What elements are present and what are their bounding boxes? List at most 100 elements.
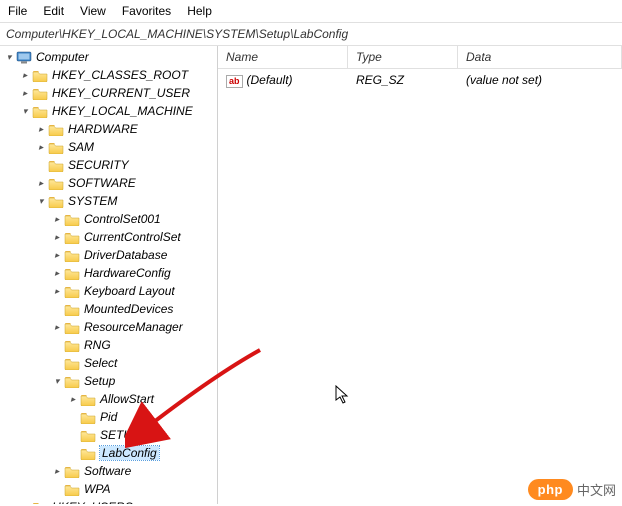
tree-label: WPA (84, 482, 110, 496)
chevron-right-icon[interactable]: ▸ (52, 286, 62, 296)
folder-icon (48, 176, 64, 190)
folder-icon (48, 140, 64, 154)
tree-setupcl[interactable]: SETUPCL (0, 426, 217, 444)
chevron-down-icon[interactable]: ▾ (52, 376, 62, 386)
folder-icon (64, 374, 80, 388)
tree-mounteddevices[interactable]: MountedDevices (0, 300, 217, 318)
folder-icon (32, 86, 48, 100)
folder-icon (64, 338, 80, 352)
tree-label: ControlSet001 (84, 212, 161, 226)
column-type[interactable]: Type (348, 46, 458, 68)
folder-icon (32, 500, 48, 504)
tree-label: SYSTEM (68, 194, 117, 208)
column-name[interactable]: Name (218, 46, 348, 68)
tree-software-root[interactable]: ▸ SOFTWARE (0, 174, 217, 192)
tree-hardwareconfig[interactable]: ▸ HardwareConfig (0, 264, 217, 282)
tree-keyboardlayout[interactable]: ▸ Keyboard Layout (0, 282, 217, 300)
tree-pid[interactable]: Pid (0, 408, 217, 426)
tree-label: HKEY_CLASSES_ROOT (52, 68, 188, 82)
folder-icon (80, 392, 96, 406)
column-data[interactable]: Data (458, 46, 622, 68)
menu-view[interactable]: View (80, 4, 106, 18)
tree-rng[interactable]: RNG (0, 336, 217, 354)
chevron-right-icon[interactable]: ▸ (68, 394, 78, 404)
watermark-bubble: php (528, 479, 573, 500)
tree-sam[interactable]: ▸ SAM (0, 138, 217, 156)
folder-icon (80, 446, 96, 460)
tree-security[interactable]: SECURITY (0, 156, 217, 174)
tree-label: HKEY_LOCAL_MACHINE (52, 104, 193, 118)
value-data: (value not set) (458, 71, 622, 90)
folder-icon (48, 158, 64, 172)
tree-setup[interactable]: ▾ Setup (0, 372, 217, 390)
tree-label-selected: LabConfig (100, 446, 159, 460)
tree-label: SECURITY (68, 158, 129, 172)
tree-label: RNG (84, 338, 111, 352)
tree-resourcemanager[interactable]: ▸ ResourceManager (0, 318, 217, 336)
menubar: File Edit View Favorites Help (0, 0, 622, 23)
chevron-right-icon[interactable]: ▸ (36, 178, 46, 188)
chevron-right-icon[interactable]: ▸ (52, 214, 62, 224)
folder-icon (32, 104, 48, 118)
tree-select[interactable]: Select (0, 354, 217, 372)
tree-system[interactable]: ▾ SYSTEM (0, 192, 217, 210)
address-bar[interactable]: Computer\HKEY_LOCAL_MACHINE\SYSTEM\Setup… (0, 23, 622, 46)
folder-icon (64, 302, 80, 316)
tree-label: SETUPCL (100, 428, 155, 442)
tree-controlset001[interactable]: ▸ ControlSet001 (0, 210, 217, 228)
chevron-down-icon[interactable]: ▾ (36, 196, 46, 206)
folder-icon (80, 428, 96, 442)
tree-driverdatabase[interactable]: ▸ DriverDatabase (0, 246, 217, 264)
tree-currentcontrolset[interactable]: ▸ CurrentControlSet (0, 228, 217, 246)
tree-hklm[interactable]: ▾ HKEY_LOCAL_MACHINE (0, 102, 217, 120)
chevron-right-icon[interactable]: ▸ (20, 502, 30, 504)
tree-label: AllowStart (100, 392, 154, 406)
tree-label: SAM (68, 140, 94, 154)
chevron-right-icon[interactable]: ▸ (36, 142, 46, 152)
chevron-right-icon[interactable]: ▸ (52, 268, 62, 278)
chevron-right-icon[interactable]: ▸ (36, 124, 46, 134)
tree-hkcr[interactable]: ▸ HKEY_CLASSES_ROOT (0, 66, 217, 84)
tree-wpa[interactable]: WPA (0, 480, 217, 498)
tree-label: Computer (36, 50, 89, 64)
tree-label: ResourceManager (84, 320, 183, 334)
value-list[interactable]: Name Type Data ab(Default) REG_SZ (value… (218, 46, 622, 504)
tree-labconfig[interactable]: LabConfig (0, 444, 217, 462)
tree-hkcu[interactable]: ▸ HKEY_CURRENT_USER (0, 84, 217, 102)
menu-favorites[interactable]: Favorites (122, 4, 171, 18)
tree-label: HARDWARE (68, 122, 138, 136)
tree-label: SOFTWARE (68, 176, 136, 190)
value-type: REG_SZ (348, 71, 458, 90)
chevron-down-icon[interactable]: ▾ (4, 52, 14, 62)
list-row[interactable]: ab(Default) REG_SZ (value not set) (218, 69, 622, 92)
folder-icon (32, 68, 48, 82)
menu-file[interactable]: File (8, 4, 27, 18)
tree-hku[interactable]: ▸ HKEY_USERS (0, 498, 217, 504)
folder-icon (64, 230, 80, 244)
tree-computer[interactable]: ▾ Computer (0, 48, 217, 66)
tree-label: CurrentControlSet (84, 230, 181, 244)
chevron-right-icon[interactable]: ▸ (52, 250, 62, 260)
chevron-right-icon[interactable]: ▸ (20, 88, 30, 98)
tree-label: Select (84, 356, 117, 370)
chevron-right-icon[interactable]: ▸ (52, 232, 62, 242)
folder-icon (48, 194, 64, 208)
chevron-right-icon[interactable]: ▸ (52, 322, 62, 332)
main: ▾ Computer ▸ HKEY_CLASSES_ROOT ▸ HKEY_CU… (0, 46, 622, 504)
menu-help[interactable]: Help (187, 4, 212, 18)
chevron-right-icon[interactable]: ▸ (52, 466, 62, 476)
chevron-down-icon[interactable]: ▾ (20, 106, 30, 116)
tree-allowstart[interactable]: ▸ AllowStart (0, 390, 217, 408)
folder-icon (64, 212, 80, 226)
string-value-icon: ab (226, 75, 243, 88)
folder-icon (80, 410, 96, 424)
tree-software[interactable]: ▸ Software (0, 462, 217, 480)
chevron-right-icon[interactable]: ▸ (20, 70, 30, 80)
tree-label: Software (84, 464, 131, 478)
menu-edit[interactable]: Edit (43, 4, 64, 18)
list-header: Name Type Data (218, 46, 622, 69)
tree-view[interactable]: ▾ Computer ▸ HKEY_CLASSES_ROOT ▸ HKEY_CU… (0, 46, 218, 504)
tree-label: HKEY_USERS (52, 500, 133, 504)
tree-hardware[interactable]: ▸ HARDWARE (0, 120, 217, 138)
folder-icon (64, 248, 80, 262)
